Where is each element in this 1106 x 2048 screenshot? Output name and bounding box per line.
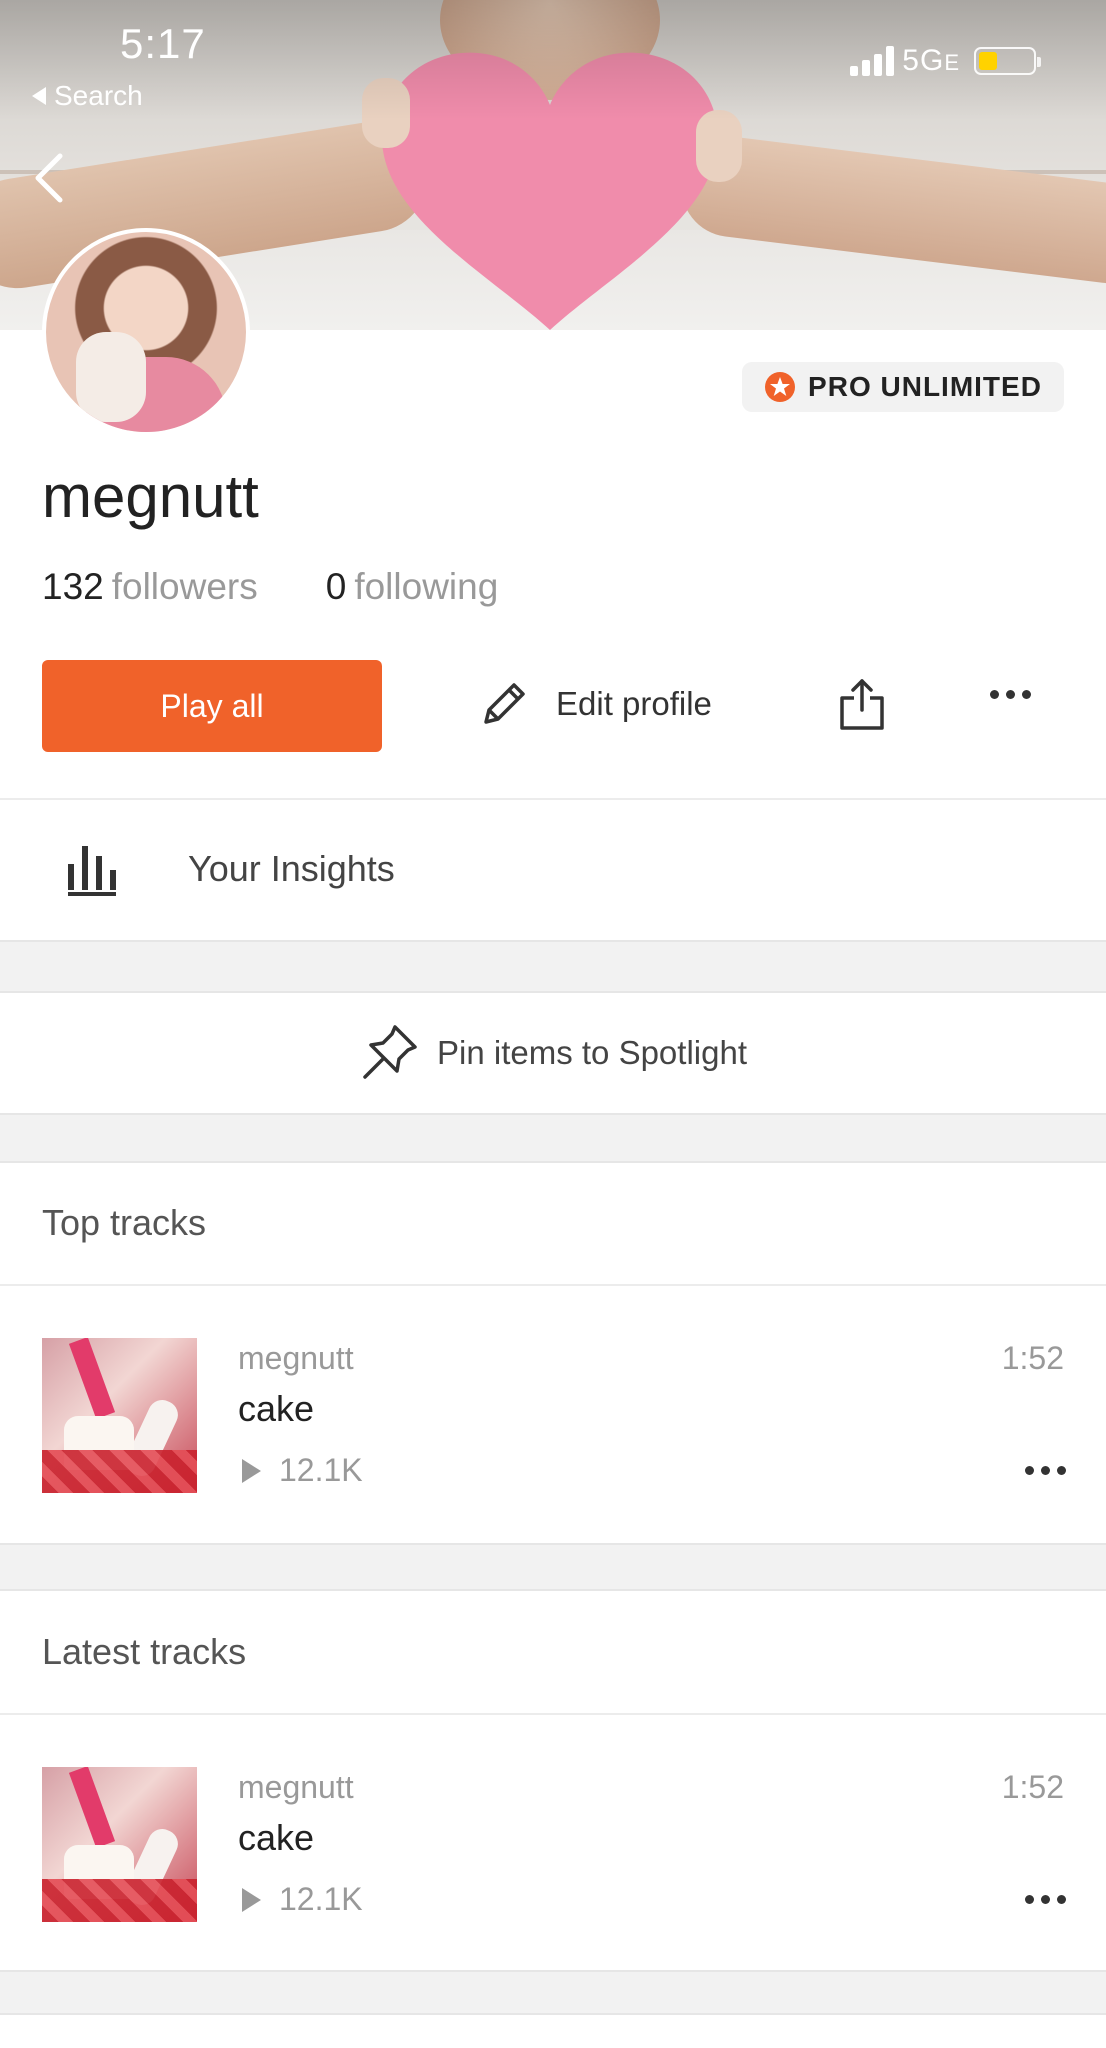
back-triangle-icon [32, 87, 46, 105]
status-time: 5:17 [120, 20, 206, 67]
track-title: cake [238, 1388, 315, 1429]
track-more-button[interactable] [1025, 1895, 1066, 1904]
section-separator [0, 940, 1106, 993]
track-duration: 1:52 [1001, 1340, 1064, 1376]
your-insights-label: Your Insights [188, 848, 395, 889]
edit-profile-label: Edit profile [556, 685, 712, 722]
more-options-button[interactable] [990, 690, 1031, 699]
top-tracks-title: Top tracks [42, 1202, 207, 1243]
following-label: following [354, 566, 499, 607]
track-title: cake [238, 1817, 315, 1858]
track-row[interactable]: megnutt cake 12.1K 1:52 [0, 1286, 1106, 1516]
bar-chart-icon [68, 846, 116, 896]
play-icon [242, 1458, 261, 1483]
followers-count: 132 [42, 566, 104, 607]
profile-username: megnutt [42, 463, 259, 530]
section-separator [0, 1113, 1106, 1163]
signal-bars-icon [850, 46, 895, 76]
section-separator [0, 1970, 1106, 2015]
play-icon [242, 1887, 261, 1912]
pin-to-spotlight-row[interactable]: Pin items to Spotlight [0, 993, 1106, 1113]
track-artist: megnutt [238, 1340, 354, 1376]
section-separator [0, 1543, 1106, 1591]
network-type: 5GE [902, 44, 960, 77]
your-insights-row[interactable]: Your Insights [0, 800, 1106, 940]
play-count-value: 12.1K [279, 1452, 363, 1488]
share-icon[interactable] [836, 676, 888, 732]
status-back-to-search[interactable]: Search [32, 80, 143, 112]
following-stat[interactable]: 0 following [326, 566, 499, 608]
battery-icon [974, 47, 1041, 75]
pin-to-spotlight-label: Pin items to Spotlight [437, 1034, 747, 1071]
pro-unlimited-badge: PRO UNLIMITED [742, 362, 1064, 412]
avatar-hand [76, 332, 146, 422]
pin-icon [363, 1025, 417, 1079]
pro-badge-label: PRO UNLIMITED [808, 371, 1042, 402]
latest-tracks-title: Latest tracks [42, 1631, 247, 1672]
following-count: 0 [325, 566, 347, 607]
edit-profile-button[interactable]: Edit profile [476, 676, 712, 732]
track-play-count: 12.1K [238, 1881, 363, 1918]
banner-figure-right-hand [696, 110, 742, 182]
track-artwork [42, 1338, 197, 1493]
track-artist: megnutt [238, 1769, 354, 1805]
track-more-button[interactable] [1025, 1466, 1066, 1475]
track-artwork [42, 1767, 197, 1922]
back-chevron-icon[interactable] [30, 150, 70, 206]
play-all-button[interactable]: Play all [42, 660, 382, 752]
track-row[interactable]: megnutt cake 12.1K 1:52 [0, 1715, 1106, 1945]
pro-star-icon [765, 372, 796, 402]
status-indicators: 5GE [850, 44, 1041, 78]
status-back-label: Search [54, 80, 143, 111]
followers-label: followers [111, 566, 258, 607]
profile-stats: 132 followers 0 following [42, 566, 498, 608]
play-count-value: 12.1K [279, 1881, 363, 1917]
track-duration: 1:52 [1001, 1769, 1064, 1805]
track-play-count: 12.1K [238, 1452, 363, 1489]
pencil-icon [484, 683, 525, 724]
followers-stat[interactable]: 132 followers [42, 566, 258, 608]
profile-avatar[interactable] [42, 228, 250, 436]
